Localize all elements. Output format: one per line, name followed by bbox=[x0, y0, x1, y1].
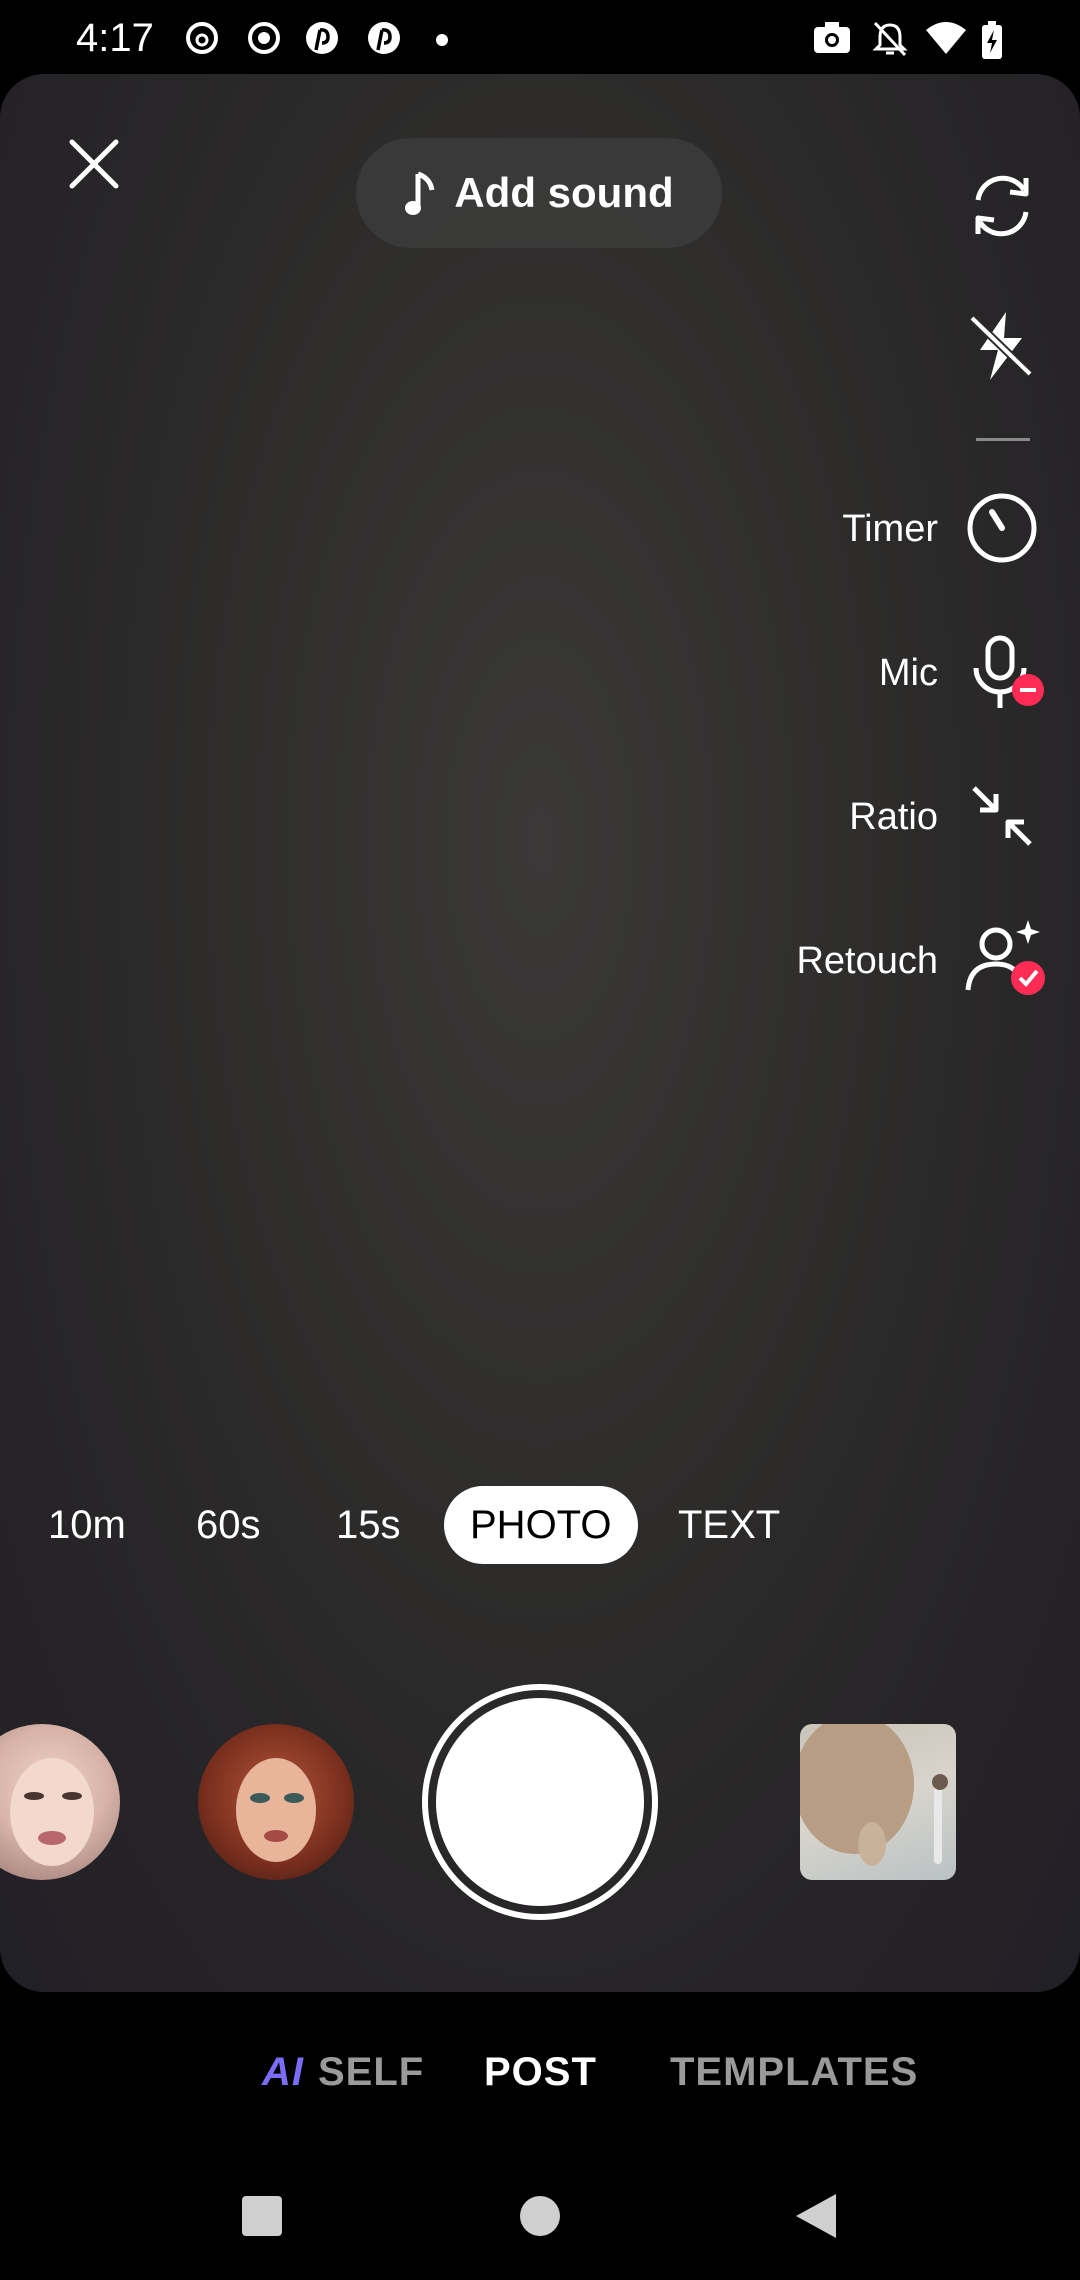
bottom-tabs: AI SELF POST TEMPLATES bbox=[0, 2050, 1080, 2110]
mode-60s[interactable]: 60s bbox=[196, 1486, 261, 1564]
retouch-icon[interactable] bbox=[962, 916, 1048, 1000]
timer-icon[interactable] bbox=[964, 488, 1040, 564]
record-icon bbox=[248, 22, 280, 54]
status-bar: 4:17 bbox=[0, 0, 1080, 74]
tools-divider bbox=[976, 438, 1030, 441]
ratio-icon[interactable] bbox=[966, 780, 1038, 852]
ratio-label[interactable]: Ratio bbox=[578, 796, 938, 839]
mode-photo[interactable]: PHOTO bbox=[444, 1486, 638, 1564]
tab-post[interactable]: POST bbox=[484, 2050, 597, 2095]
face-effect-1[interactable] bbox=[0, 1724, 120, 1880]
close-icon[interactable] bbox=[62, 132, 126, 196]
mode-10m[interactable]: 10m bbox=[48, 1486, 126, 1564]
screenshot-icon bbox=[814, 22, 850, 53]
threads-icon bbox=[186, 22, 218, 54]
shutter-inner bbox=[436, 1698, 644, 1906]
retouch-label[interactable]: Retouch bbox=[578, 940, 938, 983]
face-effect-2[interactable] bbox=[198, 1724, 354, 1880]
add-sound-label: Add sound bbox=[454, 169, 674, 216]
tab-ai-self-prefix[interactable]: AI bbox=[262, 2050, 304, 2095]
gallery-thumbnail[interactable] bbox=[800, 1724, 956, 1880]
face-effect-2-image bbox=[236, 1758, 316, 1862]
timer-label[interactable]: Timer bbox=[578, 508, 938, 551]
mic-off-icon[interactable] bbox=[964, 634, 1048, 714]
system-nav-bar bbox=[0, 2176, 1080, 2256]
pinterest-icon bbox=[306, 22, 338, 54]
status-time: 4:17 bbox=[76, 16, 154, 60]
tab-templates[interactable]: TEMPLATES bbox=[670, 2050, 918, 2095]
wifi-icon bbox=[926, 22, 966, 54]
bell-off-icon bbox=[872, 21, 908, 57]
home-icon[interactable] bbox=[518, 2194, 562, 2238]
mode-text[interactable]: TEXT bbox=[678, 1486, 780, 1564]
gallery-thumbnail-image bbox=[800, 1724, 948, 1866]
music-note-icon bbox=[405, 171, 435, 215]
flash-off-icon[interactable] bbox=[966, 308, 1036, 384]
shutter-button[interactable] bbox=[422, 1684, 658, 1920]
face-effect-1-image bbox=[10, 1758, 94, 1866]
mic-label[interactable]: Mic bbox=[578, 652, 938, 695]
add-sound-button[interactable]: Add sound bbox=[356, 138, 722, 248]
pinterest-icon bbox=[368, 22, 400, 54]
recents-icon[interactable] bbox=[240, 2194, 284, 2238]
mode-15s[interactable]: 15s bbox=[336, 1486, 401, 1564]
flip-camera-icon[interactable] bbox=[964, 168, 1040, 244]
back-icon[interactable] bbox=[792, 2192, 838, 2240]
battery-charging-icon bbox=[982, 21, 1002, 59]
dot-icon bbox=[436, 34, 448, 46]
camera-viewfinder[interactable]: Add sound Timer Mic Ratio Retouch 10m 60… bbox=[0, 74, 1080, 1992]
capture-mode-selector: 10m 60s 15s PHOTO TEXT bbox=[0, 1486, 1080, 1566]
tab-ai-self[interactable]: SELF bbox=[318, 2050, 424, 2095]
